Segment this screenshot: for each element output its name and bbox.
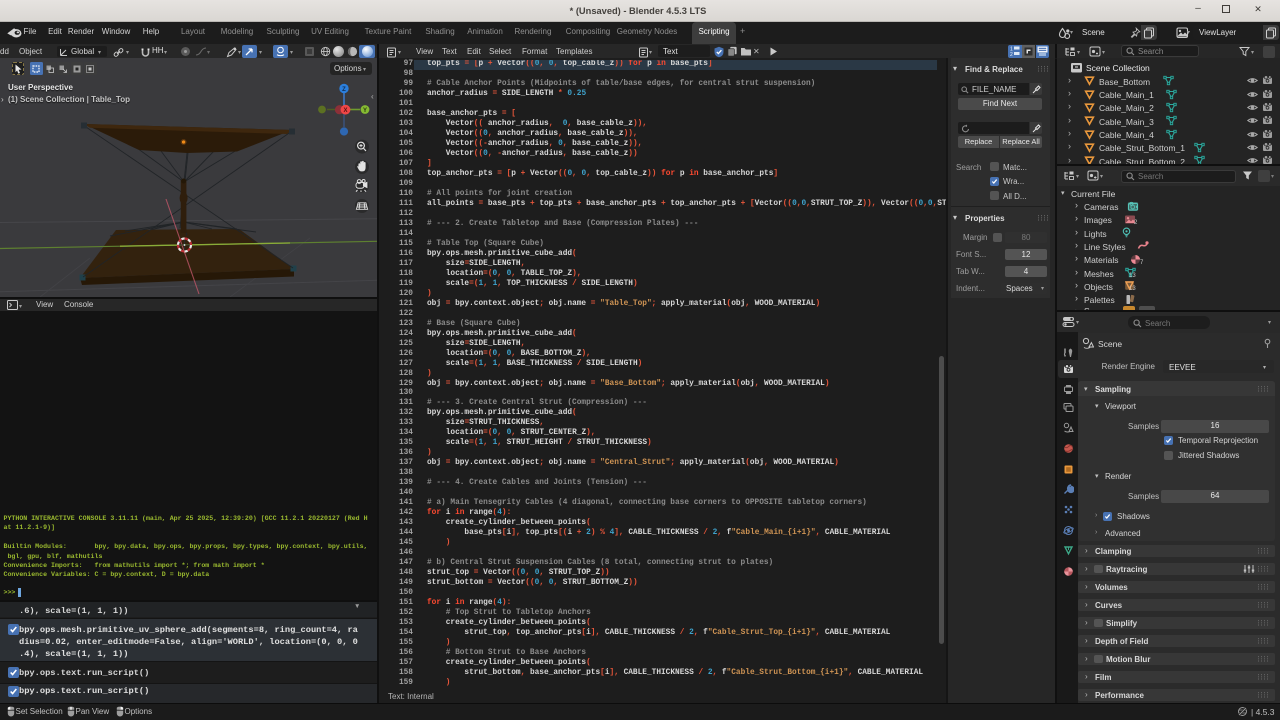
svg-text:‹: ‹ bbox=[371, 92, 374, 101]
svg-text:X: X bbox=[343, 108, 347, 114]
svg-text:Y: Y bbox=[363, 108, 367, 114]
svg-text:2: 2 bbox=[1010, 52, 1013, 56]
svg-text:Z: Z bbox=[342, 87, 346, 93]
